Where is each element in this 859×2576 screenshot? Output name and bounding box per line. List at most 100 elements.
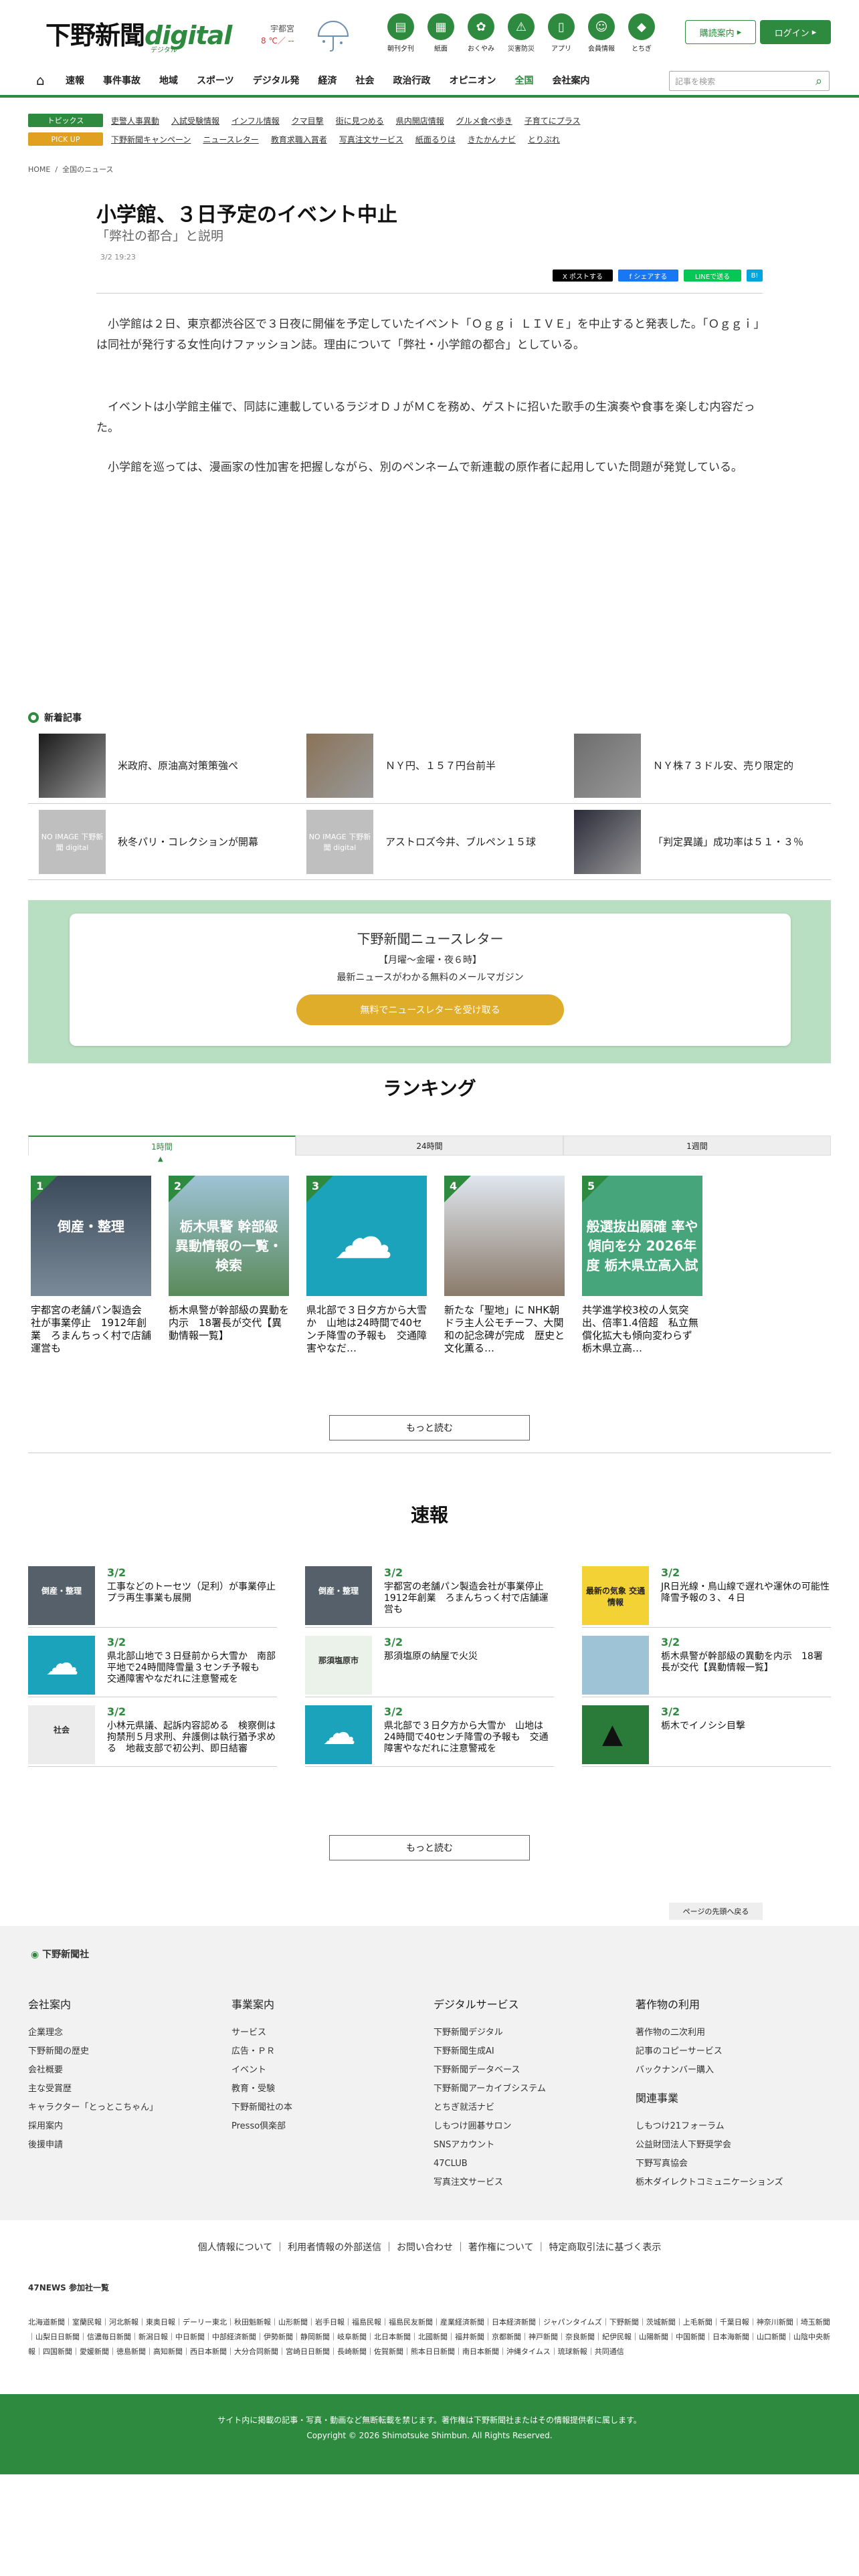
sokuho-item[interactable]: 那須塩原市 3/2 那須塩原の納屋で火災: [305, 1628, 554, 1697]
ranking-item[interactable]: 4 新たな「聖地」に NHK朝ドラ主人公モチーフ、大関和の記念碑が完成 歴史と文化…: [444, 1176, 565, 1370]
footer-link[interactable]: しもつけ21フォーラム: [636, 2117, 823, 2136]
nav-item[interactable]: 速報: [56, 64, 94, 96]
share-x-button[interactable]: X ポストする: [553, 270, 613, 282]
footer-link[interactable]: 栃木ダイレクトコミュニケーションズ: [636, 2173, 823, 2192]
topic-link[interactable]: グルメ食べ歩き: [456, 115, 512, 126]
pickup-link[interactable]: とりぷれ: [528, 134, 560, 145]
latest-item[interactable]: ＮＹ株７３ドル安、売り限定的: [563, 728, 831, 804]
nav-item[interactable]: 事件事故: [94, 64, 150, 96]
footer-link[interactable]: 教育・受験: [231, 2080, 419, 2099]
footer-link[interactable]: イベント: [231, 2061, 419, 2080]
footer-link[interactable]: 主な受賞歴: [28, 2080, 215, 2099]
tab-1week[interactable]: 1週間: [563, 1136, 831, 1156]
newsletter-button[interactable]: 無料でニュースレターを受け取る: [296, 994, 564, 1025]
tab-24hour[interactable]: 24時間: [296, 1136, 563, 1156]
pickup-link[interactable]: 教育求職入賞者: [271, 134, 327, 145]
topic-link[interactable]: 入試受験情報: [171, 115, 219, 126]
nav-item[interactable]: デジタル発: [244, 64, 309, 96]
subscribe-button[interactable]: 購読案内 ▸: [685, 20, 756, 44]
login-button[interactable]: ログイン ▸: [760, 20, 831, 44]
latest-item[interactable]: 米政府、原油高対策策強ぺ: [28, 728, 296, 804]
nav-item[interactable]: オピニオン: [440, 64, 505, 96]
latest-item[interactable]: NO IMAGE 下野新聞 digital アストロズ今井、ブルペン１５球: [296, 804, 563, 880]
pickup-link[interactable]: 下野新聞キャンペーン: [111, 134, 191, 145]
tab-1hour[interactable]: 1時間: [28, 1136, 296, 1156]
footer-link[interactable]: 47CLUB: [434, 2155, 621, 2173]
site-logo[interactable]: 下野新聞digital: [45, 15, 232, 51]
footer-link[interactable]: バックナンバー購入: [636, 2061, 823, 2080]
footer-link[interactable]: キャラクター「とっとこちゃん」: [28, 2099, 215, 2117]
search-icon[interactable]: ⌕: [809, 74, 829, 88]
header-icon-item[interactable]: ▤ 朝刊夕刊: [384, 13, 417, 53]
share-facebook-button[interactable]: f シェアする: [618, 270, 678, 282]
nav-item[interactable]: 会社案内: [543, 64, 599, 96]
nav-item[interactable]: 社会: [346, 64, 383, 96]
sokuho-item[interactable]: ☁ 3/2 県北部で３日夕方から大雪か 山地は24時間で40センチ降雪の予報も 交通…: [305, 1697, 554, 1767]
nav-item[interactable]: 経済: [308, 64, 346, 96]
footer-link[interactable]: 下野新聞デジタル: [434, 2024, 621, 2042]
footer-link[interactable]: サービス: [231, 2024, 419, 2042]
pickup-link[interactable]: きたかんナビ: [468, 134, 516, 145]
home-icon[interactable]: ⌂: [36, 72, 56, 88]
footer-link[interactable]: 記事のコピーサービス: [636, 2042, 823, 2061]
topic-link[interactable]: インフル情報: [231, 115, 280, 126]
sokuho-item[interactable]: 社会 3/2 小林元県議、起訴内容認める 検察側は拘禁刑５月求刑、弁護側は執行猶予求…: [28, 1697, 277, 1767]
footer-link[interactable]: 下野新聞アーカイブシステム: [434, 2080, 621, 2099]
sokuho-item[interactable]: 3/2 栃木県警が幹部級の異動を内示 18署長が交代【異動情報一覧】: [582, 1628, 831, 1697]
search-box[interactable]: 記事を検索 ⌕: [669, 71, 830, 91]
header-icon-item[interactable]: ⚠ 災害防災: [504, 13, 538, 53]
pickup-link[interactable]: 写真注文サービス: [339, 134, 403, 145]
pickup-link[interactable]: ニュースレター: [203, 134, 258, 145]
ranking-more-button[interactable]: もっと読む: [329, 1415, 530, 1440]
header-icon-item[interactable]: ☺ 会員情報: [585, 13, 618, 53]
header-icon-item[interactable]: ▦ 紙面: [424, 13, 458, 53]
sokuho-more-button[interactable]: もっと読む: [329, 1835, 530, 1860]
ranking-item[interactable]: 倒産・整理 1 宇都宮の老舗パン製造会社が事業停止 1912年創業 ろまんちっく村で…: [31, 1176, 151, 1370]
back-to-top-button[interactable]: ページの先頭へ戻る: [669, 1903, 763, 1920]
footer-link[interactable]: 下野写真協会: [636, 2155, 823, 2173]
share-hatena-button[interactable]: B!: [747, 270, 763, 282]
nav-item[interactable]: 政治行政: [383, 64, 440, 96]
sokuho-item[interactable]: 倒産・整理 3/2 工事などのトーセツ（足利）が事業停止 プラ再生事業も展開: [28, 1558, 285, 1628]
sokuho-item[interactable]: ▲ 3/2 栃木でイノシシ目撃: [582, 1697, 831, 1767]
topic-link[interactable]: クマ目撃: [292, 115, 324, 126]
topic-link[interactable]: 吏警人事異動: [111, 115, 159, 126]
nav-item[interactable]: 地域: [150, 64, 187, 96]
nav-item[interactable]: スポーツ: [187, 64, 244, 96]
footer-link[interactable]: 下野新聞社の本: [231, 2099, 419, 2117]
breadcrumb-home[interactable]: HOME: [28, 165, 50, 174]
ranking-item[interactable]: 栃木県警 幹部級 異動情報の一覧・検索 2 栃木県警が幹部級の異動を内示 18署長が…: [169, 1176, 289, 1370]
breadcrumb-current[interactable]: 全国のニュース: [62, 165, 113, 174]
ranking-item[interactable]: 般選抜出願確 率や傾向を分 2026年度 栃木県立高入試 5 共学進学校3校の人気突…: [582, 1176, 702, 1370]
topic-link[interactable]: 街に見つめる: [336, 115, 384, 126]
header-icon-item[interactable]: ◆ とちぎ: [625, 13, 658, 53]
latest-item[interactable]: 「判定異議」成功率は５１・３％: [563, 804, 831, 880]
share-line-button[interactable]: LINEで送る: [684, 270, 741, 282]
footer-link[interactable]: 下野新聞データベース: [434, 2061, 621, 2080]
footer-link[interactable]: 著作物の二次利用: [636, 2024, 823, 2042]
footer-link[interactable]: Presso倶楽部: [231, 2117, 419, 2136]
footer-link[interactable]: 広告・ＰＲ: [231, 2042, 419, 2061]
pickup-link[interactable]: 紙面るりは: [415, 134, 456, 145]
search-input[interactable]: 記事を検索: [670, 76, 809, 87]
topic-link[interactable]: 県内開店情報: [396, 115, 444, 126]
footer-link[interactable]: 採用案内: [28, 2117, 215, 2136]
header-icon-item[interactable]: ▯ アプリ: [545, 13, 578, 53]
topic-link[interactable]: 子育てにプラス: [524, 115, 581, 126]
footer-links[interactable]: 個人情報について ｜ 利用者情報の外部送信 ｜ お問い合わせ ｜ 著作権について…: [0, 2240, 859, 2254]
n47-list[interactable]: 北海道新聞｜室蘭民報｜河北新報｜東奥日報｜デーリー東北｜秋田魁新報｜山形新聞｜岩…: [28, 2315, 831, 2359]
sokuho-item[interactable]: 最新の気象 交通情報 3/2 JR日光線・鳥山線で遅れや運休の可能性 降雪予報の３、…: [582, 1558, 839, 1628]
nav-item[interactable]: 全国: [505, 66, 543, 98]
footer-logo[interactable]: ◉ 下野新聞社: [31, 1947, 89, 1961]
sokuho-item[interactable]: 倒産・整理 3/2 宇都宮の老舗パン製造会社が事業停止 1912年創業 ろまんちっく…: [305, 1558, 554, 1628]
latest-item[interactable]: ＮＹ円、１５７円台前半: [296, 728, 563, 804]
footer-link[interactable]: 公益財団法人下野奨学会: [636, 2136, 823, 2155]
footer-link[interactable]: とちぎ就活ナビ: [434, 2099, 621, 2117]
footer-link[interactable]: 写真注文サービス: [434, 2173, 621, 2192]
sokuho-item[interactable]: ☁ 3/2 県北部山地で３日昼前から大雪か 南部平地で24時間降雪量３センチ予報も …: [28, 1628, 277, 1697]
footer-link[interactable]: 下野新聞の歴史: [28, 2042, 215, 2061]
footer-link[interactable]: 会社概要: [28, 2061, 215, 2080]
footer-link[interactable]: しもつけ囲碁サロン: [434, 2117, 621, 2136]
header-icon-item[interactable]: ✿ おくやみ: [464, 13, 498, 53]
footer-link[interactable]: SNSアカウント: [434, 2136, 621, 2155]
